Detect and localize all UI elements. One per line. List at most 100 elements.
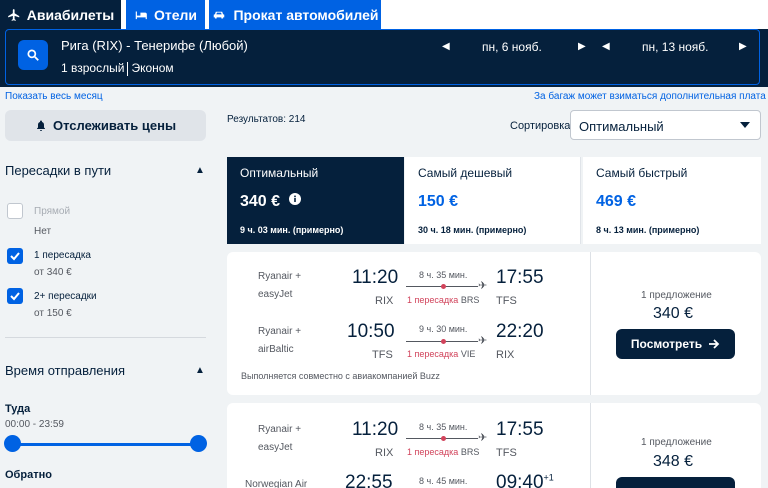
passengers-cabin[interactable]: 1 взрослый Эконом: [61, 61, 174, 76]
leg-duration: 8 ч. 35 мин.: [419, 422, 468, 432]
arr-time: 17:55: [496, 267, 544, 288]
return-date[interactable]: пн, 13 нояб.: [642, 40, 708, 54]
leg-stops: 1 пересадка BRS: [407, 447, 479, 457]
plane-icon: ✈: [478, 280, 488, 292]
card-divider: [590, 403, 591, 488]
tab-car-hire[interactable]: Прокат автомобилей: [209, 0, 381, 29]
plane-icon: [7, 8, 20, 21]
view-deal-button[interactable]: Посмотреть: [616, 329, 735, 359]
show-month-link[interactable]: Показать весь месяц: [5, 91, 103, 102]
leg-airline: Norwegian Air: [245, 479, 308, 488]
results-count: Результатов: 214: [227, 114, 306, 125]
depart-prev-arrow-icon[interactable]: ◀: [442, 41, 450, 52]
view-deal-button[interactable]: [616, 477, 735, 488]
dep-code: TFS: [372, 349, 393, 361]
option-two-stops-label: 2+ пересадки: [34, 291, 97, 302]
sort-tab-duration: 9 ч. 03 мин. (примерно): [240, 225, 344, 235]
arr-time: 17:55: [496, 419, 544, 440]
dep-time: 10:50: [347, 321, 395, 342]
airline-line: easyJet: [258, 442, 293, 453]
search-icon: [27, 49, 39, 61]
outbound-label: Туда: [5, 403, 31, 415]
route-text[interactable]: Рига (RIX) - Тенерифе (Любой): [61, 38, 248, 53]
airline-line: Ryanair +: [258, 424, 302, 435]
sort-select[interactable]: Оптимальный: [570, 110, 761, 140]
tab-flights[interactable]: Авиабилеты: [0, 0, 121, 29]
sort-tab-price-value: 340 €: [240, 193, 281, 210]
stops-via: VIE: [460, 349, 476, 359]
stops-count: 1 пересадка: [407, 447, 459, 457]
arr-code: TFS: [496, 447, 517, 459]
option-two-stops-sub: от 150 €: [34, 308, 72, 319]
sort-label: Сортировка: [510, 120, 571, 132]
leg-duration: 8 ч. 45 мин.: [419, 476, 468, 486]
bed-icon: [135, 11, 147, 19]
top-tabs: Авиабилеты Отели Прокат автомобилей: [0, 0, 768, 29]
checkbox-direct[interactable]: [7, 203, 23, 219]
sort-value: Оптимальный: [579, 119, 664, 134]
outbound-time-slider[interactable]: [12, 443, 198, 446]
option-direct-sub: Нет: [34, 226, 52, 237]
sort-tab-fastest[interactable]: Самый быстрый 469 € 8 ч. 13 мин. (пример…: [583, 157, 761, 244]
stop-dot: [441, 339, 446, 344]
slider-handle-end[interactable]: [190, 435, 207, 452]
track-prices-button[interactable]: Отслеживать цены: [5, 110, 206, 141]
chevron-up-icon[interactable]: ▲: [195, 165, 205, 176]
arr-code: TFS: [496, 295, 517, 307]
tab-hotels-label: Отели: [153, 6, 198, 23]
sort-tab-title: Самый дешевый: [418, 166, 513, 180]
stop-dot: [441, 436, 446, 441]
leg-duration: 9 ч. 30 мин.: [419, 324, 468, 334]
stops-via: BRS: [460, 447, 480, 457]
return-next-arrow-icon[interactable]: ▶: [739, 41, 747, 52]
separator: [127, 61, 129, 76]
bell-icon: [36, 120, 45, 131]
checkbox-two-stops[interactable]: [7, 288, 23, 304]
sort-tab-duration: 30 ч. 18 мин. (примерно): [418, 225, 527, 235]
stop-dot: [441, 284, 446, 289]
sort-tab-price: 150 €: [418, 193, 459, 210]
sort-tab-best[interactable]: Оптимальный 340 € 9 ч. 03 мин. (примерно…: [227, 157, 404, 244]
arr-time: 22:20: [496, 321, 544, 342]
slider-handle-start[interactable]: [4, 435, 21, 452]
operated-by-note: Выполняется совместно с авиакомпанией Bu…: [241, 371, 440, 381]
airline-line: Ryanair +: [258, 326, 302, 337]
chevron-up-icon[interactable]: ▲: [195, 365, 205, 376]
arrow-right-icon: [709, 339, 720, 349]
view-deal-label: Посмотреть: [630, 337, 703, 351]
info-icon[interactable]: [288, 193, 301, 205]
stops-count: 1 пересадка: [407, 295, 459, 305]
time-filter-title[interactable]: Время отправления: [5, 363, 125, 378]
car-icon: [214, 11, 225, 18]
option-one-stop-sub: от 340 €: [34, 267, 72, 278]
checkbox-one-stop[interactable]: [7, 248, 23, 264]
card-price: 348 €: [653, 453, 694, 470]
stops-via: BRS: [460, 295, 480, 305]
tab-hotels[interactable]: Отели: [126, 0, 205, 29]
search-button[interactable]: [18, 40, 48, 70]
outbound-range: 00:00 - 23:59: [5, 419, 64, 430]
dep-time: 22:55: [345, 472, 393, 488]
sort-tab-cheapest[interactable]: Самый дешевый 150 € 30 ч. 18 мин. (приме…: [405, 157, 581, 244]
sort-tab-title: Оптимальный: [240, 166, 319, 180]
sort-tab-duration: 8 ч. 13 мин. (примерно): [596, 225, 700, 235]
check-icon: [10, 292, 20, 301]
airline-line: easyJet: [258, 289, 293, 300]
card-price: 340 €: [653, 305, 694, 322]
dep-code: RIX: [375, 447, 394, 459]
leg-duration: 8 ч. 35 мин.: [419, 270, 468, 280]
day-offset: +1: [543, 472, 554, 483]
offers-count: 1 предложение: [641, 290, 712, 301]
plane-icon: ✈: [478, 335, 488, 347]
cabin-text: Эконом: [131, 61, 174, 75]
stops-filter-title[interactable]: Пересадки в пути: [5, 163, 111, 178]
check-icon: [10, 252, 20, 261]
stops-count: 1 пересадка: [407, 349, 459, 359]
leg-airline: Ryanair + easyJet: [258, 421, 301, 457]
baggage-link[interactable]: За багаж может взиматься дополнительная …: [534, 91, 766, 102]
airline-line: Ryanair +: [258, 271, 302, 282]
dep-code: RIX: [375, 295, 394, 307]
depart-date[interactable]: пн, 6 нояб.: [482, 40, 542, 54]
depart-next-arrow-icon[interactable]: ▶: [578, 41, 586, 52]
return-prev-arrow-icon[interactable]: ◀: [602, 41, 610, 52]
